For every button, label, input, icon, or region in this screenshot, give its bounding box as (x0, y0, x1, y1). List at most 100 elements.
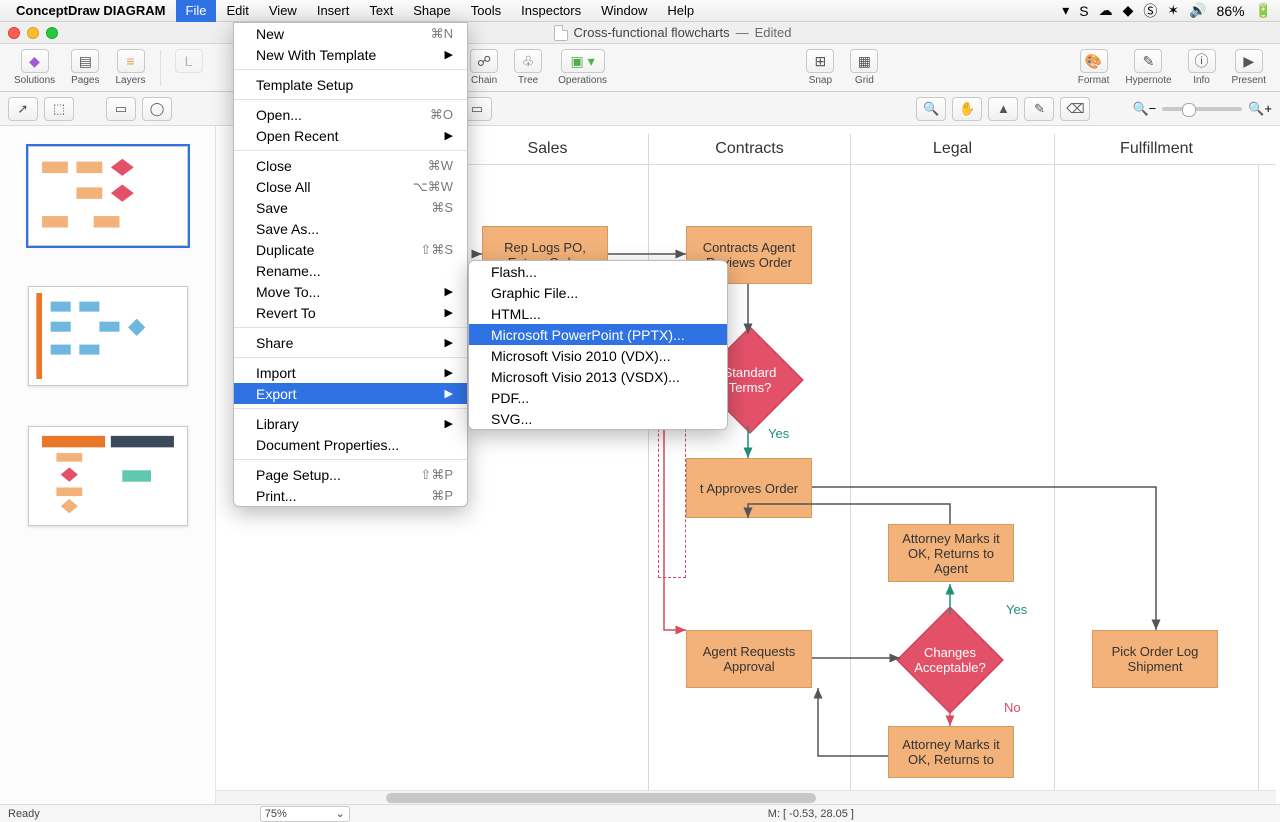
tool-pages[interactable]: ▤Pages (65, 49, 105, 86)
shape-rect[interactable]: ▭ (106, 97, 136, 121)
export-graphic-file-[interactable]: Graphic File... (469, 282, 727, 303)
file-menu-new[interactable]: New⌘N (234, 23, 467, 44)
file-menu: New⌘NNew With Template▶ Template Setup Ope… (233, 22, 468, 507)
file-menu-close[interactable]: Close⌘W (234, 155, 467, 176)
menu-edit[interactable]: Edit (216, 0, 258, 22)
window-minimize-button[interactable] (27, 27, 39, 39)
tool-snap[interactable]: ⊞Snap (800, 49, 840, 86)
tool-operations[interactable]: ▣ ▾Operations (552, 49, 613, 86)
export-flash-[interactable]: Flash... (469, 261, 727, 282)
horizontal-scrollbar[interactable] (216, 790, 1276, 804)
file-menu-open-recent[interactable]: Open Recent▶ (234, 125, 467, 146)
tool-info[interactable]: ⓘInfo (1182, 49, 1222, 86)
eyedropper-tool[interactable]: ✎ (1024, 97, 1054, 121)
shape-pick-order[interactable]: Pick Order Log Shipment (1092, 630, 1218, 688)
tool-layers[interactable]: ≡Layers (110, 49, 152, 86)
tool-format[interactable]: 🎨Format (1072, 49, 1116, 86)
file-menu-save-as-[interactable]: Save As... (234, 218, 467, 239)
file-menu-revert-to[interactable]: Revert To▶ (234, 302, 467, 323)
tool-present[interactable]: ▶Present (1226, 49, 1272, 86)
hand-tool[interactable]: ✋ (952, 97, 982, 121)
window-titlebar: Cross-functional flowcharts — Edited (0, 22, 1280, 44)
shape-attorney-ok-1[interactable]: Attorney Marks it OK, Returns to Agent (888, 524, 1014, 582)
tool-tree[interactable]: ♧Tree (508, 49, 548, 86)
label-yes: Yes (768, 426, 789, 441)
search-tool[interactable]: 🔍 (916, 97, 946, 121)
zoom-out-icon[interactable]: 🔍− (1132, 101, 1156, 117)
file-menu-library[interactable]: Library▶ (234, 413, 467, 434)
volume-icon[interactable]: 🔊 (1189, 2, 1206, 19)
export-svg-[interactable]: SVG... (469, 408, 727, 429)
shape-changes-acceptable[interactable]: Changes Acceptable? (896, 606, 1004, 714)
zoom-control[interactable]: 🔍− 🔍+ (1132, 101, 1272, 117)
file-menu-new-with-template[interactable]: New With Template▶ (234, 44, 467, 65)
s-icon[interactable]: S (1079, 3, 1088, 19)
export-microsoft-visio-vsdx-[interactable]: Microsoft Visio 2013 (VSDX)... (469, 366, 727, 387)
file-menu-close-all[interactable]: Close All⌥⌘W (234, 176, 467, 197)
tool-grid[interactable]: ▦Grid (844, 49, 884, 86)
page-thumb-2[interactable] (28, 286, 188, 386)
menu-inspectors[interactable]: Inspectors (511, 0, 591, 22)
mouse-coords: M: [ -0.53, 28.05 ] (768, 808, 854, 820)
shape-ellipse[interactable]: ◯ (142, 97, 172, 121)
page-thumb-3[interactable] (28, 426, 188, 526)
lane-legal: Legal (850, 134, 1054, 164)
battery-percent: 86% (1217, 3, 1245, 19)
pointer-tool[interactable]: ➚ (8, 97, 38, 121)
menu-window[interactable]: Window (591, 0, 657, 22)
file-menu-duplicate[interactable]: Duplicate⇧⌘S (234, 239, 467, 260)
cloud-icon[interactable]: ☁ (1099, 2, 1113, 19)
page-thumb-1[interactable] (28, 146, 188, 246)
file-menu-move-to-[interactable]: Move To...▶ (234, 281, 467, 302)
vlc-icon[interactable]: ▾ (1062, 2, 1069, 19)
label-yes2: Yes (1006, 602, 1027, 617)
mac-menubar: ConceptDraw DIAGRAM File Edit View Inser… (0, 0, 1280, 22)
tool-hypernote[interactable]: ✎Hypernote (1119, 49, 1177, 86)
tool-solutions[interactable]: ◆Solutions (8, 49, 61, 86)
file-menu-export[interactable]: Export▶ (234, 383, 467, 404)
menu-insert[interactable]: Insert (307, 0, 360, 22)
skype-icon[interactable]: Ⓢ (1143, 1, 1157, 21)
dropbox-icon[interactable]: ◆ (1123, 2, 1134, 19)
export-html-[interactable]: HTML... (469, 303, 727, 324)
document-status: Edited (755, 25, 792, 40)
document-name: Cross-functional flowcharts (574, 25, 730, 40)
export-microsoft-visio-vdx-[interactable]: Microsoft Visio 2010 (VDX)... (469, 345, 727, 366)
stamp-tool[interactable]: ▲ (988, 97, 1018, 121)
eraser-tool[interactable]: ⌫ (1060, 97, 1090, 121)
document-title[interactable]: Cross-functional flowcharts — Edited (554, 25, 792, 41)
menu-view[interactable]: View (259, 0, 307, 22)
battery-icon[interactable]: 🔋 (1255, 2, 1272, 19)
menu-help[interactable]: Help (657, 0, 704, 22)
zoom-in-icon[interactable]: 🔍+ (1248, 101, 1272, 117)
file-menu-document-properties-[interactable]: Document Properties... (234, 434, 467, 455)
menu-text[interactable]: Text (359, 0, 403, 22)
export-microsoft-powerpoint-pptx-[interactable]: Microsoft PowerPoint (PPTX)... (469, 324, 727, 345)
shape-agent-requests[interactable]: Agent Requests Approval (686, 630, 812, 688)
file-menu-rename-[interactable]: Rename... (234, 260, 467, 281)
window-close-button[interactable] (8, 27, 20, 39)
file-menu-page-setup-[interactable]: Page Setup...⇧⌘P (234, 464, 467, 485)
export-pdf-[interactable]: PDF... (469, 387, 727, 408)
menu-tools[interactable]: Tools (461, 0, 511, 22)
app-name[interactable]: ConceptDraw DIAGRAM (16, 3, 166, 18)
file-menu-print-[interactable]: Print...⌘P (234, 485, 467, 506)
file-menu-open-[interactable]: Open...⌘O (234, 104, 467, 125)
zoom-slider[interactable] (1162, 107, 1242, 111)
label-no2: No (1004, 700, 1021, 715)
text-box-tool[interactable]: ⬚ (44, 97, 74, 121)
tool-chain[interactable]: ☍Chain (464, 49, 504, 86)
menu-file[interactable]: File (176, 0, 217, 22)
shape-attorney-ok-2[interactable]: Attorney Marks it OK, Returns to (888, 726, 1014, 778)
tool-library-hidden[interactable]: L (169, 49, 209, 86)
window-zoom-button[interactable] (46, 27, 58, 39)
wifi-icon[interactable]: ✶ (1167, 2, 1179, 19)
file-menu-share[interactable]: Share▶ (234, 332, 467, 353)
file-menu-import[interactable]: Import▶ (234, 362, 467, 383)
shape-approves-order[interactable]: t Approves Order (686, 458, 812, 518)
secondary-toolbar: ➚ ⬚ ▭ ◯ ↗ ↘ ⇢ ▭ 🔍 ✋ ▲ ✎ ⌫ 🔍− 🔍+ (0, 92, 1280, 126)
zoom-select[interactable]: 75%⌄ (260, 806, 350, 822)
file-menu-template-setup[interactable]: Template Setup (234, 74, 467, 95)
menu-shape[interactable]: Shape (403, 0, 461, 22)
file-menu-save[interactable]: Save⌘S (234, 197, 467, 218)
